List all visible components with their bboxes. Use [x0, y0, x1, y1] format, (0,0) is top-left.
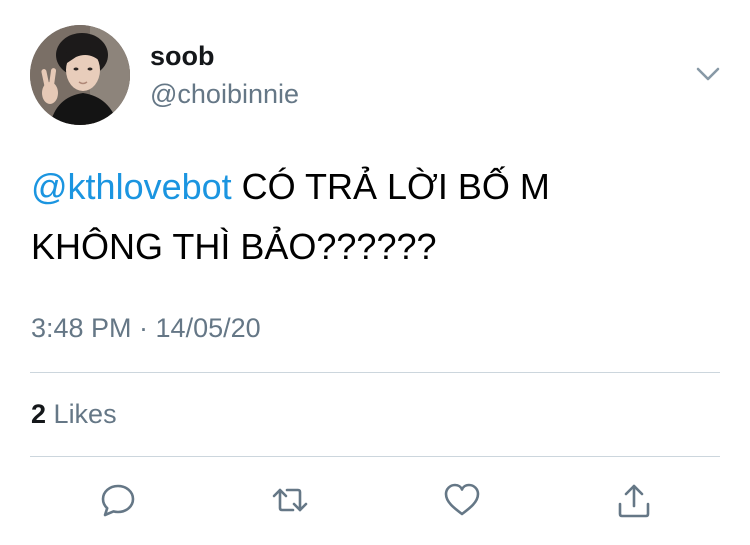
likes-stat[interactable]: 2 Likes: [31, 398, 117, 430]
share-icon[interactable]: [612, 478, 656, 522]
avatar[interactable]: [30, 25, 130, 125]
tweet-text-line1: CÓ TRẢ LỜI BỐ M: [231, 166, 550, 207]
divider: [30, 456, 720, 457]
heart-icon[interactable]: [440, 478, 484, 522]
reply-icon[interactable]: [96, 478, 140, 522]
user-handle[interactable]: @choibinnie: [150, 78, 299, 110]
tweet-timestamp[interactable]: 3:48 PM · 14/05/20: [31, 312, 261, 344]
likes-count: 2: [31, 399, 47, 429]
divider: [30, 372, 720, 373]
likes-label: Likes: [53, 399, 117, 429]
tweet-text-line2: KHÔNG THÌ BẢO??????: [31, 226, 437, 267]
tweet-text: @kthlovebot CÓ TRẢ LỜI BỐ M KHÔNG THÌ BẢO…: [31, 157, 721, 277]
chevron-down-icon[interactable]: [694, 62, 722, 86]
retweet-icon[interactable]: [268, 478, 312, 522]
display-name[interactable]: soob: [150, 40, 215, 72]
mention-link[interactable]: @kthlovebot: [31, 166, 232, 207]
avatar-photo: [30, 25, 130, 125]
